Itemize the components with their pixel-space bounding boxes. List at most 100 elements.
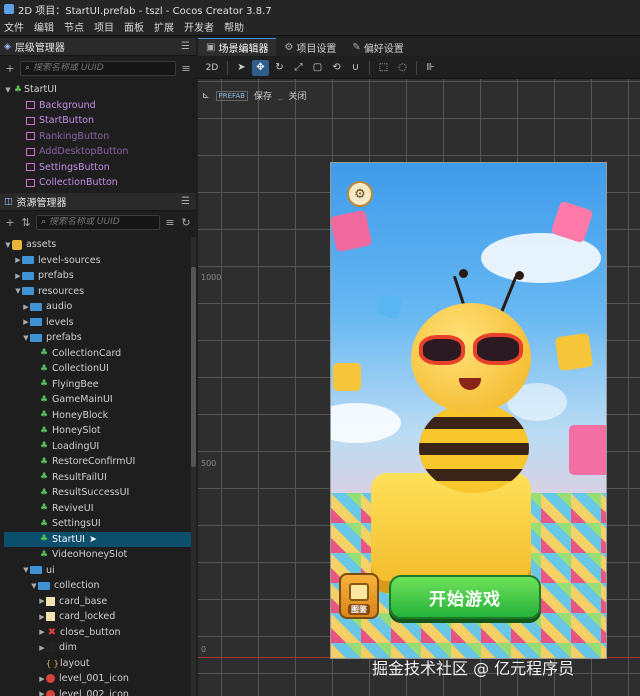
asset-prefab-item[interactable]: ♣ HoneySlot [4, 423, 192, 439]
expand-caret-icon[interactable]: ▼ [4, 241, 12, 249]
align-icon[interactable]: ⊪ [422, 60, 439, 76]
collapsed-caret-icon[interactable]: ▶ [38, 675, 46, 683]
asset-prefab-item[interactable]: ♣ ReviveUI [4, 501, 192, 517]
menu-developer[interactable]: 开发者 [184, 19, 214, 34]
collection-button[interactable]: 图鉴 [339, 573, 379, 619]
hierarchy-node-settingsbutton[interactable]: SettingsButton [4, 160, 192, 176]
collapsed-caret-icon[interactable]: ▶ [38, 690, 46, 696]
collapsed-caret-icon[interactable]: ▶ [38, 597, 46, 605]
hierarchy-node-adddesktopbutton[interactable]: AddDesktopButton [4, 144, 192, 160]
tab-scene-editor[interactable]: ▣ 场景编辑器 [198, 38, 277, 56]
rect-tool-icon[interactable]: ▢ [309, 60, 326, 76]
asset-folder-assets[interactable]: ▼ assets [4, 237, 192, 253]
expand-caret-icon[interactable]: ▼ [14, 287, 22, 295]
menu-panel[interactable]: 面板 [124, 19, 144, 34]
settings-button[interactable]: ⚙ [347, 181, 373, 207]
asset-folder-prefabs[interactable]: ▼ prefabs [4, 330, 192, 346]
asset-folder-level-sources[interactable]: ▶ level-sources [4, 253, 192, 269]
add-node-icon[interactable]: + [4, 62, 16, 75]
hierarchy-root-node[interactable]: ▼ ♣ StartUI [4, 82, 192, 98]
collapsed-caret-icon[interactable]: ▶ [22, 318, 30, 326]
asset-folder-audio[interactable]: ▶ audio [4, 299, 192, 315]
collapsed-caret-icon[interactable]: ▶ [22, 303, 30, 311]
menu-project[interactable]: 项目 [94, 19, 114, 34]
asset-prefab-item[interactable]: ♣ CollectionUI [4, 361, 192, 377]
asset-prefab-item-selected[interactable]: ♣ StartUI ➤ [4, 531, 192, 547]
collapsed-caret-icon[interactable]: ▶ [14, 256, 22, 264]
asset-prefab-item[interactable]: ♣ VideoHoneySlot [4, 547, 192, 563]
assets-scrollbar[interactable] [191, 237, 196, 696]
hierarchy-search-input[interactable] [33, 63, 175, 73]
collapse-icon[interactable]: ≡ [164, 216, 176, 229]
scale-tool-icon[interactable]: ⤢ [290, 60, 307, 76]
asset-folder-prefabs-top[interactable]: ▶ prefabs [4, 268, 192, 284]
asset-prefab-item[interactable]: ♣ FlyingBee [4, 377, 192, 393]
tab-project-settings[interactable]: ⚙ 项目设置 [276, 38, 344, 56]
asset-prefab-item[interactable]: ♣ SettingsUI [4, 516, 192, 532]
collapsed-caret-icon[interactable]: ▶ [38, 613, 46, 621]
asset-prefab-item[interactable]: ♣ GameMainUI [4, 392, 192, 408]
menu-file[interactable]: 文件 [4, 19, 24, 34]
mode-2d-button[interactable]: 2D [202, 60, 222, 76]
prefab-close-button[interactable]: 关闭 [289, 89, 307, 102]
scrollbar-thumb[interactable] [191, 267, 196, 467]
asset-prefab-item[interactable]: ♣ ResultFailUI [4, 470, 192, 486]
rotate-tool-icon[interactable]: ↻ [271, 60, 288, 76]
asset-texture-item[interactable]: ▶ level_001_icon [4, 671, 192, 687]
refresh-icon[interactable]: ↻ [180, 216, 192, 229]
select-tool-icon[interactable]: ➤ [233, 60, 250, 76]
asset-texture-item[interactable]: ▶ card_locked [4, 609, 192, 625]
asset-folder-resources[interactable]: ▼ resources [4, 284, 192, 300]
asset-texture-item[interactable]: ▶ card_base [4, 594, 192, 610]
asset-folder-levels[interactable]: ▶ levels [4, 315, 192, 331]
startui-canvas[interactable]: ⚙ 图鉴 开始游戏 [330, 162, 607, 659]
menu-help[interactable]: 帮助 [224, 19, 244, 34]
start-game-button[interactable]: 开始游戏 [389, 575, 541, 619]
hierarchy-node-rankingbutton[interactable]: RankingButton [4, 129, 192, 145]
menu-edit[interactable]: 编辑 [34, 19, 54, 34]
asset-texture-item[interactable]: ▶ dim [4, 640, 192, 656]
asset-texture-item[interactable]: ▶ level_002_icon [4, 687, 192, 696]
menu-extension[interactable]: 扩展 [154, 19, 174, 34]
hierarchy-node-collectionbutton[interactable]: CollectionButton [4, 175, 192, 190]
transform-tool-icon[interactable]: ⟲ [328, 60, 345, 76]
hierarchy-node-startbutton[interactable]: StartButton [4, 113, 192, 129]
add-asset-icon[interactable]: + [4, 216, 16, 229]
expand-caret-icon[interactable]: ▼ [4, 86, 12, 94]
collapse-icon[interactable]: ≡ [180, 62, 192, 75]
collapsed-caret-icon[interactable]: ▶ [14, 272, 22, 280]
assets-search-input[interactable] [49, 217, 159, 227]
asset-folder-ui[interactable]: ▼ ui [4, 563, 192, 579]
asset-label: card_locked [59, 611, 116, 623]
asset-label: levels [46, 316, 74, 328]
hierarchy-title[interactable]: 层级管理器 [15, 39, 65, 54]
collapsed-caret-icon[interactable]: ▶ [38, 644, 46, 652]
magnet-icon[interactable]: ∪ [347, 60, 364, 76]
asset-folder-collection[interactable]: ▼ collection [4, 578, 192, 594]
scene-viewport[interactable]: ⊾ PREFAB 保存 _ 关闭 1000 500 0 ⚙ 图鉴 开始游戏 [198, 79, 640, 696]
asset-prefab-item[interactable]: ♣ LoadingUI [4, 439, 192, 455]
expand-caret-icon[interactable]: ▼ [30, 582, 38, 590]
asset-texture-item[interactable]: ▶ ✖ close_button [4, 625, 192, 641]
asset-prefab-item[interactable]: ♣ HoneyBlock [4, 408, 192, 424]
expand-caret-icon[interactable]: ▼ [22, 334, 30, 342]
tab-preferences[interactable]: ✎ 偏好设置 [344, 38, 411, 56]
prefab-save-button[interactable]: 保存 [254, 89, 272, 102]
menu-node[interactable]: 节点 [64, 19, 84, 34]
expand-caret-icon[interactable]: ▼ [22, 566, 30, 574]
assets-title[interactable]: 资源管理器 [17, 194, 67, 209]
local-global-icon[interactable]: ◌ [394, 60, 411, 76]
hierarchy-search-box[interactable]: ⌕ [20, 60, 176, 76]
assets-search-box[interactable]: ⌕ [36, 214, 160, 230]
pivot-icon[interactable]: ⬚ [375, 60, 392, 76]
hierarchy-node-background[interactable]: Background [4, 98, 192, 114]
panel-menu-icon[interactable]: ☰ [181, 41, 190, 52]
asset-prefab-item[interactable]: ♣ RestoreConfirmUI [4, 454, 192, 470]
asset-json-item[interactable]: { } layout [4, 656, 192, 672]
sort-icon[interactable]: ⇅ [20, 216, 32, 229]
collapsed-caret-icon[interactable]: ▶ [38, 628, 46, 636]
panel-menu-icon[interactable]: ☰ [181, 196, 190, 207]
asset-prefab-item[interactable]: ♣ CollectionCard [4, 346, 192, 362]
asset-prefab-item[interactable]: ♣ ResultSuccessUI [4, 485, 192, 501]
move-tool-icon[interactable]: ✥ [252, 59, 269, 76]
